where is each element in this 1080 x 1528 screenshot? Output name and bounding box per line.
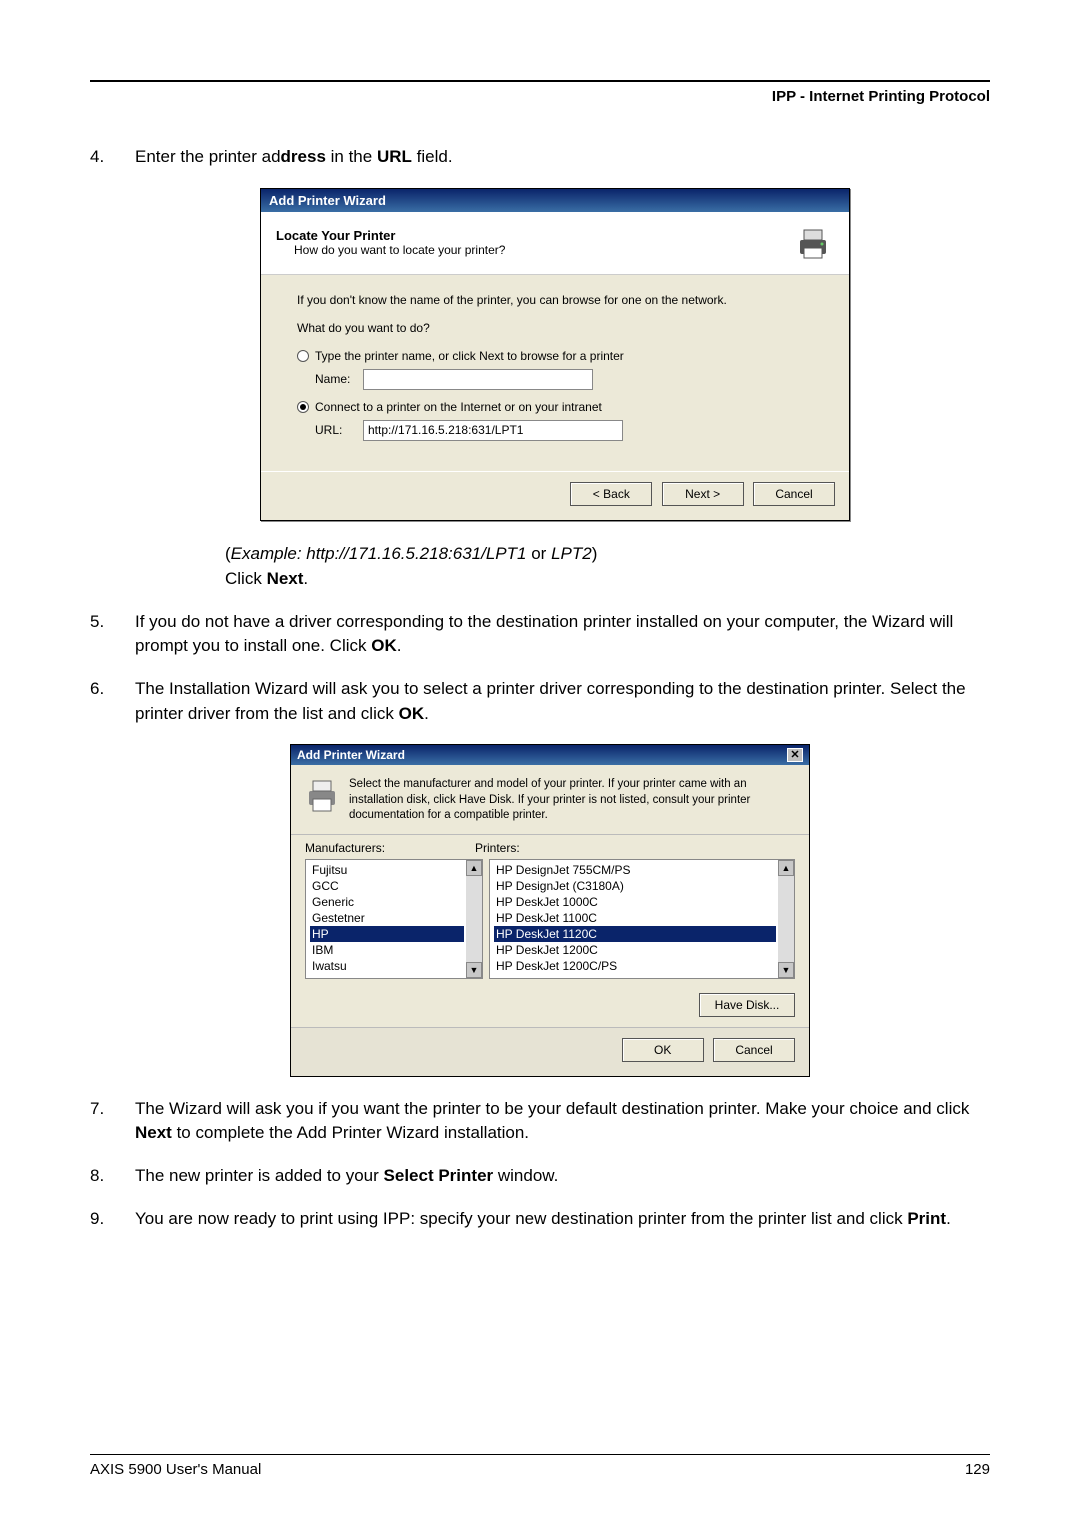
step-text: Enter the printer address in the URL fie… (135, 145, 990, 170)
manufacturers-listbox[interactable]: FujitsuGCCGenericGestetnerHPIBMIwatsu ▲ … (305, 859, 483, 979)
radio-connect-internet[interactable]: Connect to a printer on the Internet or … (297, 400, 813, 414)
step-num: 9. (90, 1207, 135, 1232)
driver-select-dialog: Add Printer Wizard ✕ Select the manufact… (290, 744, 810, 1077)
scroll-up-icon[interactable]: ▲ (778, 860, 794, 876)
radio-label: Type the printer name, or click Next to … (315, 349, 624, 363)
step-4: 4. Enter the printer address in the URL … (90, 145, 990, 170)
scroll-down-icon[interactable]: ▼ (778, 962, 794, 978)
step-text: The Wizard will ask you if you want the … (135, 1097, 990, 1146)
close-icon[interactable]: ✕ (787, 748, 803, 762)
page-section-title: IPP - Internet Printing Protocol (90, 88, 990, 105)
cancel-button[interactable]: Cancel (753, 482, 835, 506)
next-button[interactable]: Next > (662, 482, 744, 506)
step-6: 6. The Installation Wizard will ask you … (90, 677, 990, 726)
step-text: You are now ready to print using IPP: sp… (135, 1207, 990, 1232)
list-item[interactable]: Iwatsu (310, 958, 464, 974)
list-item[interactable]: HP DeskJet 1100C (494, 910, 776, 926)
manufacturers-label: Manufacturers: (305, 841, 475, 855)
scrollbar[interactable]: ▲ ▼ (778, 860, 794, 978)
add-printer-wizard-dialog: Add Printer Wizard Locate Your Printer H… (260, 188, 850, 521)
footer-left: AXIS 5900 User's Manual (90, 1461, 261, 1478)
dialog-title: Add Printer Wizard (261, 189, 849, 212)
url-label: URL: (315, 423, 363, 437)
printers-label: Printers: (475, 841, 520, 855)
list-item[interactable]: HP DesignJet (C3180A) (494, 878, 776, 894)
printers-listbox[interactable]: HP DesignJet 755CM/PSHP DesignJet (C3180… (489, 859, 795, 979)
scroll-down-icon[interactable]: ▼ (466, 962, 482, 978)
step-num: 4. (90, 145, 135, 170)
list-item[interactable]: Fujitsu (310, 862, 464, 878)
step-9: 9. You are now ready to print using IPP:… (90, 1207, 990, 1232)
step-num: 7. (90, 1097, 135, 1146)
dialog-subheader: Locate Your Printer How do you want to l… (261, 212, 849, 275)
step-num: 5. (90, 610, 135, 659)
list-item[interactable]: HP DeskJet 1000C (494, 894, 776, 910)
example-text: (Example: http://171.16.5.218:631/LPT1 o… (225, 541, 990, 592)
printer-icon (305, 777, 339, 815)
cancel-button[interactable]: Cancel (713, 1038, 795, 1062)
step-text: The new printer is added to your Select … (135, 1164, 990, 1189)
step-8: 8. The new printer is added to your Sele… (90, 1164, 990, 1189)
back-button[interactable]: < Back (570, 482, 652, 506)
list-item[interactable]: Gestetner (310, 910, 464, 926)
printer-icon (792, 222, 834, 264)
list-item[interactable]: HP DeskJet 1200C/PS (494, 958, 776, 974)
radio-icon (297, 350, 309, 362)
step-5: 5. If you do not have a driver correspon… (90, 610, 990, 659)
list-item[interactable]: HP DeskJet 1200C (494, 942, 776, 958)
scroll-up-icon[interactable]: ▲ (466, 860, 482, 876)
header-rule (90, 80, 990, 82)
list-item[interactable]: HP (310, 926, 464, 942)
scrollbar[interactable]: ▲ ▼ (466, 860, 482, 978)
step-text: The Installation Wizard will ask you to … (135, 677, 990, 726)
step-7: 7. The Wizard will ask you if you want t… (90, 1097, 990, 1146)
have-disk-button[interactable]: Have Disk... (699, 993, 795, 1017)
locate-printer-title: Locate Your Printer (276, 228, 505, 243)
step-text: If you do not have a driver correspondin… (135, 610, 990, 659)
radio-type-name[interactable]: Type the printer name, or click Next to … (297, 349, 813, 363)
dialog-info-line1: If you don't know the name of the printe… (297, 293, 813, 307)
locate-printer-sub: How do you want to locate your printer? (294, 243, 505, 257)
dialog-info-line2: What do you want to do? (297, 321, 813, 335)
list-item[interactable]: IBM (310, 942, 464, 958)
name-label: Name: (315, 372, 363, 386)
step-num: 6. (90, 677, 135, 726)
step-num: 8. (90, 1164, 135, 1189)
list-item[interactable]: Generic (310, 894, 464, 910)
ok-button[interactable]: OK (622, 1038, 704, 1062)
footer-page-number: 129 (965, 1461, 990, 1478)
radio-icon (297, 401, 309, 413)
url-input[interactable] (363, 420, 623, 441)
dialog-title: Add Printer Wizard ✕ (291, 745, 809, 765)
footer-rule (90, 1454, 990, 1455)
list-item[interactable]: GCC (310, 878, 464, 894)
list-item[interactable]: HP DeskJet 1120C (494, 926, 776, 942)
dialog-description: Select the manufacturer and model of you… (349, 777, 795, 824)
radio-label: Connect to a printer on the Internet or … (315, 400, 602, 414)
name-input[interactable] (363, 369, 593, 390)
list-item[interactable]: HP DesignJet 755CM/PS (494, 862, 776, 878)
